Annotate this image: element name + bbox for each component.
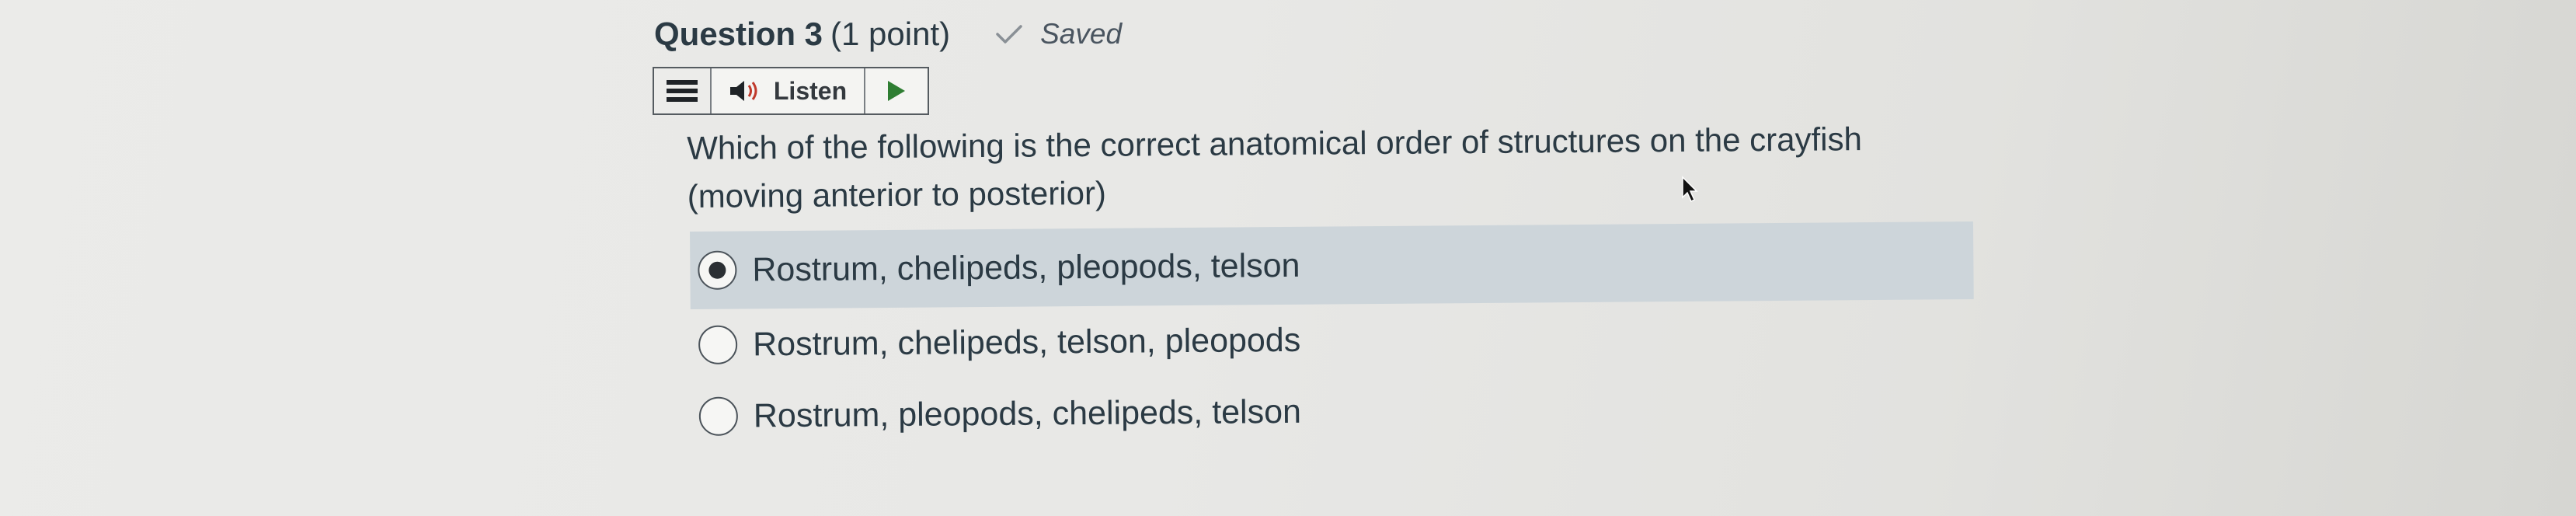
play-button[interactable] [865,68,928,113]
answer-option-1[interactable]: Rostrum, chelipeds, pleopods, telson [690,221,1974,309]
radio-dot [708,261,726,279]
listen-label: Listen [773,76,848,105]
answer-option-3[interactable]: Rostrum, pleopods, chelipeds, telson [691,371,1976,452]
mouse-pointer-icon [1682,176,1698,203]
question-header: Question 3 (1 point) Saved [654,11,1122,58]
play-icon [888,81,905,101]
speaker-icon [729,81,757,101]
radio-button-selected[interactable] [698,250,737,290]
answer-label: Rostrum, pleopods, chelipeds, telson [753,392,1302,434]
answer-label: Rostrum, chelipeds, telson, pleopods [752,321,1301,363]
saved-status: Saved [995,18,1122,51]
read-aloud-toolbar: Listen [653,67,929,115]
question-prompt: Which of the following is the correct an… [687,120,1863,214]
answer-label: Rostrum, chelipeds, pleopods, telson [752,246,1300,288]
answer-options: Rostrum, chelipeds, pleopods, telson Ros… [690,221,1975,452]
question-number: Question 3 [654,16,823,52]
hamburger-menu-icon [667,80,698,102]
checkmark-icon [996,25,1022,44]
question-title: Question 3 (1 point) [654,16,950,53]
saved-label: Saved [1040,18,1123,50]
radio-button[interactable] [698,325,738,364]
radio-button[interactable] [698,396,739,436]
answer-option-2[interactable]: Rostrum, chelipeds, telson, pleopods [691,299,1975,381]
question-points: (1 point) [830,16,951,52]
listen-button[interactable]: Listen [712,68,865,113]
toolbar-menu-button[interactable] [654,68,712,113]
